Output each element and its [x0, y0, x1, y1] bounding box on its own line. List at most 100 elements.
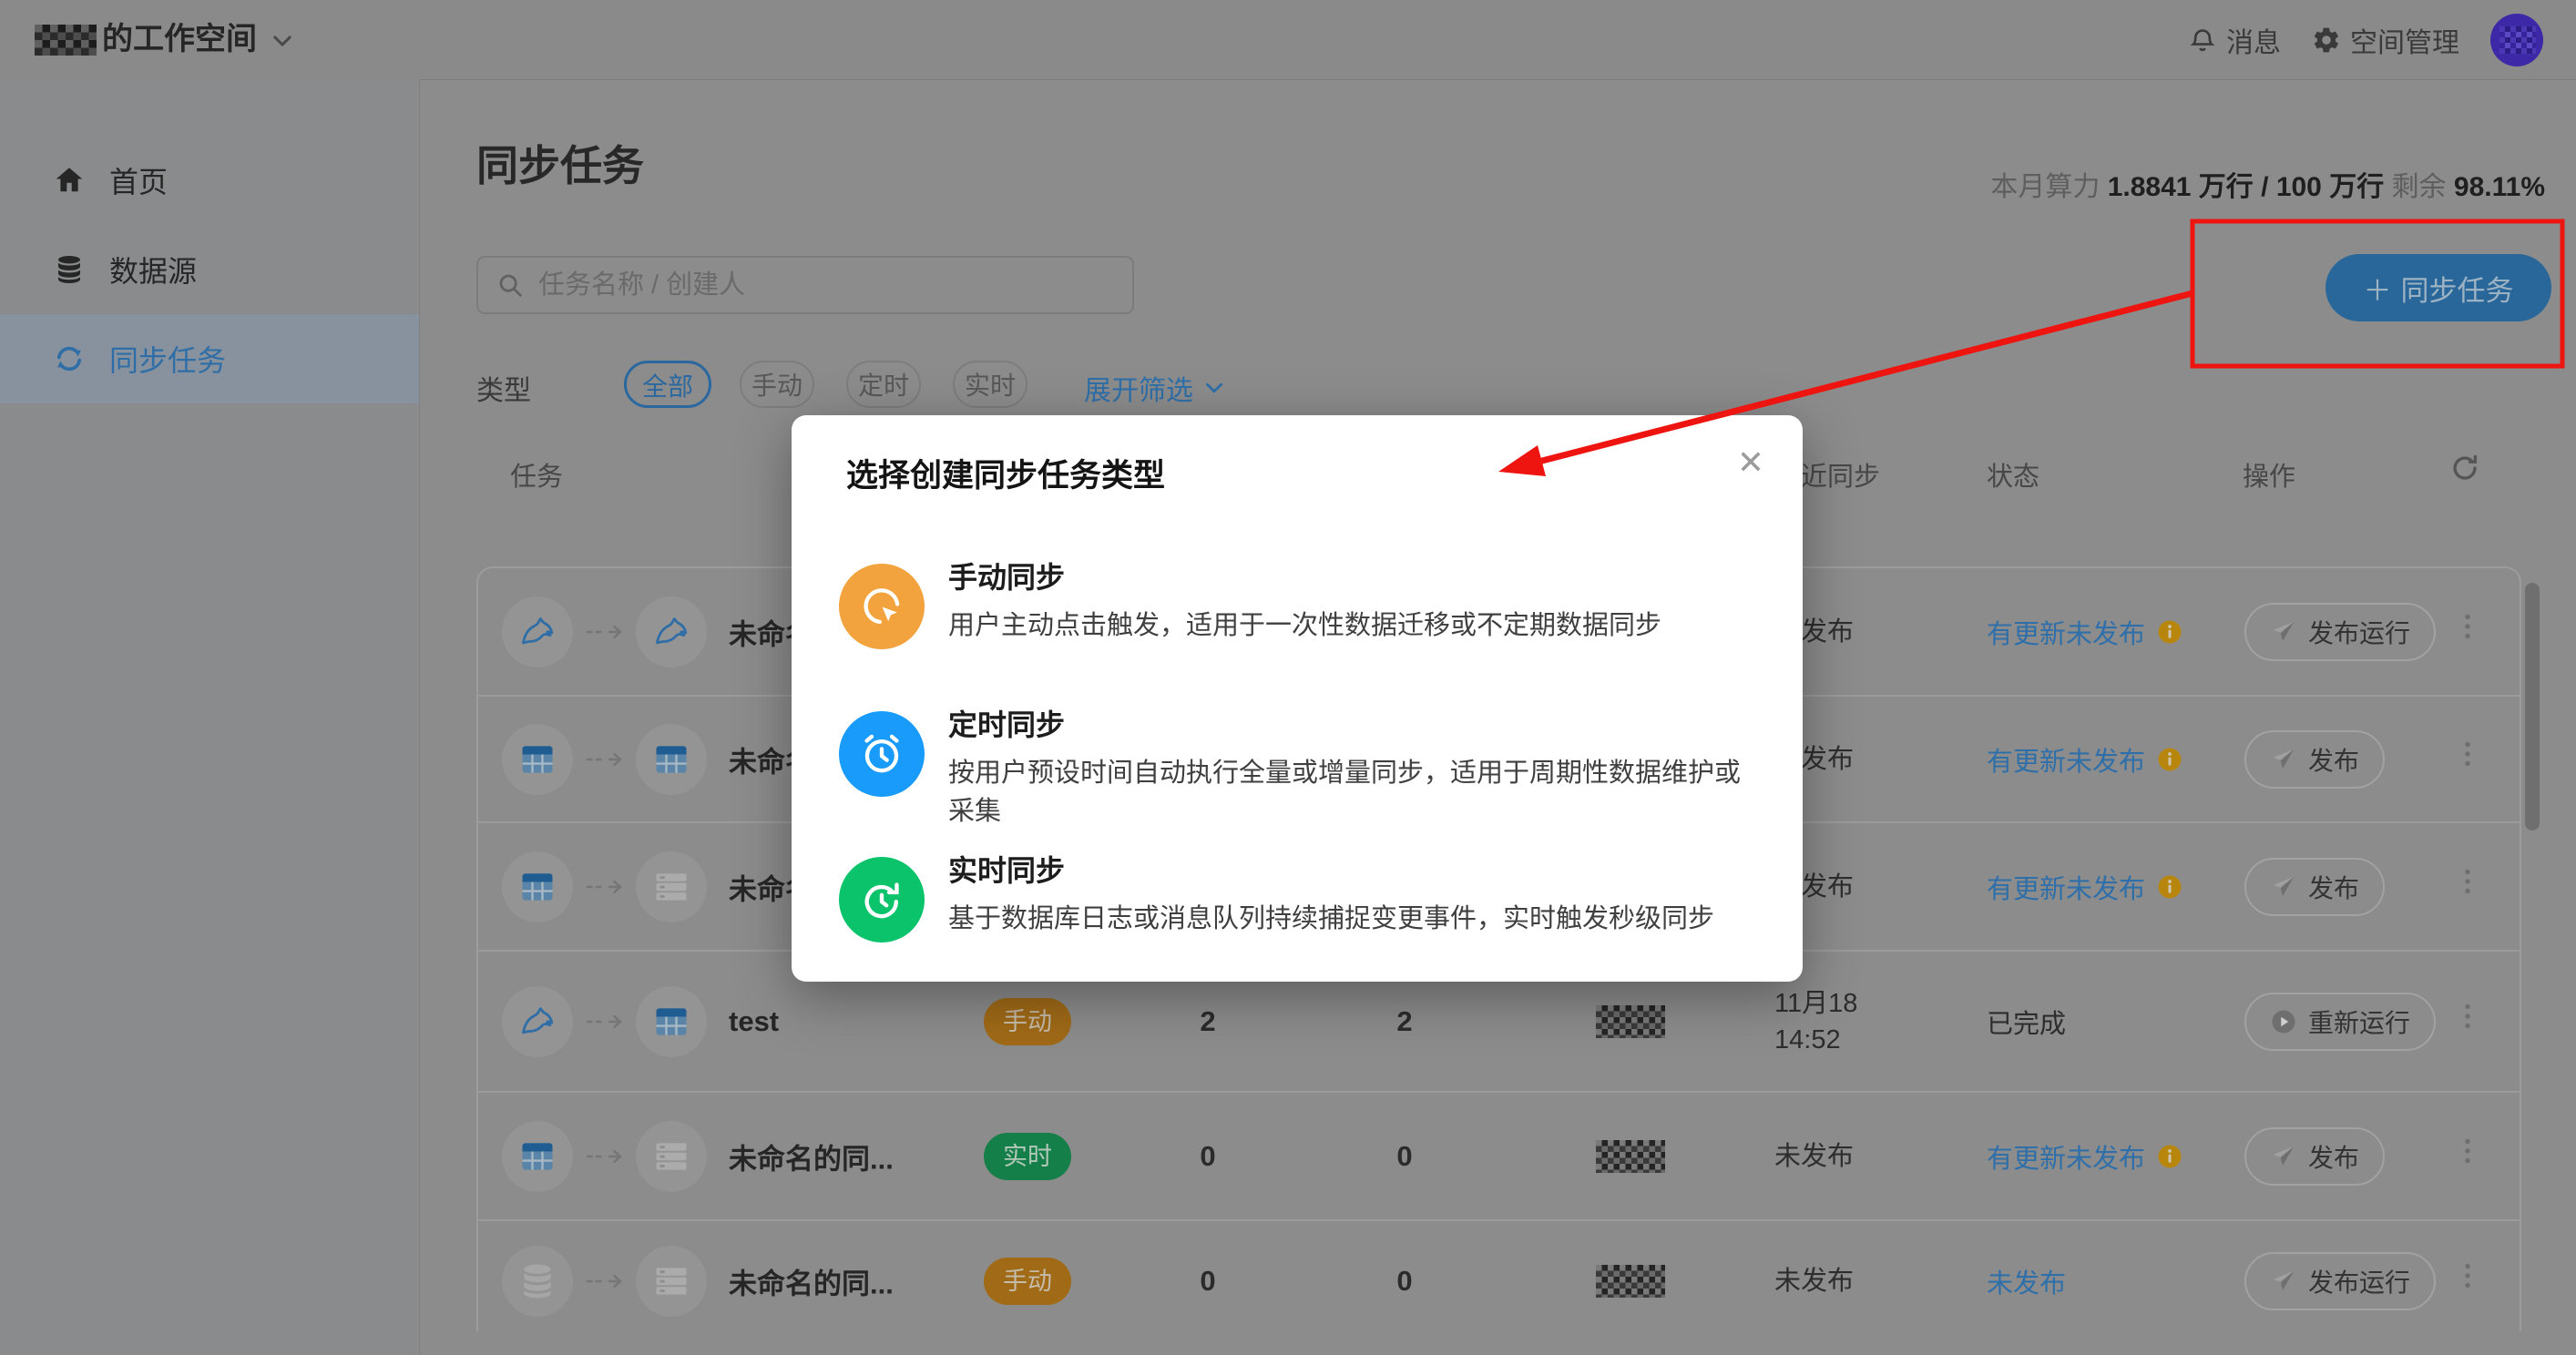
redacted-avatar-text — [2499, 26, 2536, 54]
task-count-1: 0 — [1162, 1265, 1253, 1298]
row-action-button[interactable]: 发布 — [2244, 1127, 2385, 1186]
expand-filters-link[interactable]: 展开筛选 — [1084, 368, 1226, 408]
status-text[interactable]: 有更新未发布 — [1987, 740, 2183, 779]
row-action-label: 发布 — [2308, 1138, 2359, 1175]
bell-icon — [2188, 25, 2217, 55]
status-label: 已完成 — [1987, 1003, 2066, 1041]
manual-sync-icon — [839, 564, 925, 649]
space-admin-button[interactable]: 空间管理 — [2312, 20, 2459, 60]
quota-value: 1.8841 万行 / 100 万行 — [2108, 172, 2385, 202]
row-action-button[interactable]: 重新运行 — [2244, 993, 2436, 1051]
avatar[interactable] — [2490, 14, 2543, 66]
last-sync-time: 未发布 — [1774, 1263, 1854, 1299]
filter-chip-manual[interactable]: 手动 — [740, 361, 814, 408]
status-text: 已完成 — [1987, 1003, 2066, 1041]
table-icon — [636, 986, 707, 1057]
row-action-label: 发布运行 — [2308, 614, 2410, 650]
status-text[interactable]: 未发布 — [1987, 1262, 2066, 1300]
table-icon — [502, 1121, 573, 1192]
messages-label: 消息 — [2226, 20, 2281, 60]
option-description: 用户主动点击触发，适用于一次性数据迁移或不定期数据同步 — [948, 604, 1661, 642]
scrollbar-thumb[interactable] — [2525, 583, 2540, 830]
table-row: 未命名的同...手动00未发布未发布发布运行 — [478, 1219, 2520, 1331]
sync-icon — [53, 342, 86, 375]
info-icon — [2156, 873, 2183, 901]
status-text[interactable]: 有更新未发布 — [1987, 868, 2183, 906]
mysql-icon — [502, 986, 573, 1057]
task-name[interactable]: test — [729, 1005, 779, 1038]
page-title: 同步任务 — [476, 133, 644, 193]
filter-chip-scheduled[interactable]: 定时 — [846, 361, 921, 408]
row-action-button[interactable]: 发布 — [2244, 858, 2385, 916]
table-icon — [636, 724, 707, 795]
chevron-down-icon[interactable] — [270, 28, 295, 54]
create-sync-task-button[interactable]: ＋ 同步任务 — [2326, 254, 2551, 321]
row-action-button[interactable]: 发布运行 — [2244, 603, 2436, 661]
column-header-status: 状态 — [1987, 455, 2039, 494]
kebab-menu-icon[interactable] — [2451, 865, 2484, 909]
timer-sync-icon — [839, 711, 925, 797]
status-label: 未发布 — [1987, 1262, 2066, 1300]
remain-label: 剩余 — [2392, 172, 2447, 202]
send-icon — [2270, 873, 2297, 901]
plus-icon: ＋ — [2364, 268, 2392, 309]
filter-type-label: 类型 — [476, 368, 531, 408]
column-header-task: 任务 — [510, 455, 563, 494]
column-header-actions: 操作 — [2243, 455, 2295, 494]
kebab-menu-icon[interactable] — [2451, 1000, 2484, 1044]
arrow-dashed-icon — [584, 1012, 626, 1032]
task-count-1: 0 — [1162, 1140, 1253, 1173]
mysql-icon — [636, 596, 707, 667]
option-description: 按用户预设时间自动执行全量或增量同步，适用于周期性数据维护或采集 — [948, 751, 1759, 828]
close-icon[interactable]: ✕ — [1737, 446, 1764, 479]
messages-button[interactable]: 消息 — [2188, 20, 2281, 60]
option-title: 手动同步 — [948, 555, 1065, 596]
modal-option-scheduled-sync[interactable]: 定时同步按用户预设时间自动执行全量或增量同步，适用于周期性数据维护或采集 — [839, 695, 1759, 813]
workspace-name[interactable]: 的工作空间 — [102, 0, 257, 79]
status-text[interactable]: 有更新未发布 — [1987, 613, 2183, 651]
option-description: 基于数据库日志或消息队列持续捕捉变更事件，实时触发秒级同步 — [948, 897, 1714, 935]
row-action-button[interactable]: 发布运行 — [2244, 1252, 2436, 1310]
search-input[interactable] — [537, 270, 1114, 301]
sidebar-item-home[interactable]: 首页 — [0, 136, 419, 225]
task-name[interactable]: 未命名的同... — [729, 1136, 894, 1177]
realtime-sync-icon — [839, 857, 925, 942]
status-text[interactable]: 有更新未发布 — [1987, 1137, 2183, 1176]
row-action-label: 发布 — [2308, 869, 2359, 905]
option-title: 实时同步 — [948, 848, 1065, 890]
table-icon — [502, 724, 573, 795]
modal-option-realtime-sync[interactable]: 实时同步基于数据库日志或消息队列持续捕捉变更事件，实时触发秒级同步 — [839, 841, 1759, 959]
sidebar-item-label: 首页 — [109, 159, 168, 201]
filter-chip-realtime[interactable]: 实时 — [953, 361, 1027, 408]
arrow-dashed-icon — [584, 622, 626, 642]
sidebar-item-datasource[interactable]: 数据源 — [0, 225, 419, 314]
row-action-label: 发布运行 — [2308, 1263, 2410, 1299]
top-bar: 的工作空间 消息 空间管理 — [0, 0, 2576, 80]
send-icon — [2270, 618, 2297, 646]
redacted-creator — [1596, 1005, 1665, 1038]
search-box — [476, 256, 1134, 314]
task-count-2: 0 — [1359, 1140, 1450, 1173]
dialog-title: 选择创建同步任务类型 — [846, 450, 1165, 496]
task-name[interactable]: 未命名的同... — [729, 1260, 894, 1301]
home-icon — [53, 164, 86, 197]
option-title: 定时同步 — [948, 702, 1065, 744]
sidebar-item-sync-tasks[interactable]: 同步任务 — [0, 314, 419, 403]
modal-option-manual-sync[interactable]: 手动同步用户主动点击触发，适用于一次性数据迁移或不定期数据同步 — [839, 547, 1759, 666]
kebab-menu-icon[interactable] — [2451, 1135, 2484, 1178]
mysql-icon — [502, 596, 573, 667]
kebab-menu-icon[interactable] — [2451, 738, 2484, 781]
status-label: 有更新未发布 — [1987, 1137, 2145, 1176]
redacted-creator — [1596, 1140, 1665, 1173]
filter-chip-all[interactable]: 全部 — [624, 361, 711, 408]
kebab-menu-icon[interactable] — [2451, 1259, 2484, 1303]
remain-value: 98.11% — [2454, 172, 2545, 202]
redacted-creator — [1596, 1265, 1665, 1298]
row-action-button[interactable]: 发布 — [2244, 730, 2385, 789]
task-count-2: 2 — [1359, 1005, 1450, 1038]
refresh-icon[interactable] — [2448, 452, 2481, 484]
space-admin-label: 空间管理 — [2350, 20, 2459, 60]
create-task-type-dialog: 选择创建同步任务类型 ✕ 手动同步用户主动点击触发，适用于一次性数据迁移或不定期… — [792, 415, 1803, 982]
send-icon — [2270, 1143, 2297, 1170]
kebab-menu-icon[interactable] — [2451, 610, 2484, 654]
